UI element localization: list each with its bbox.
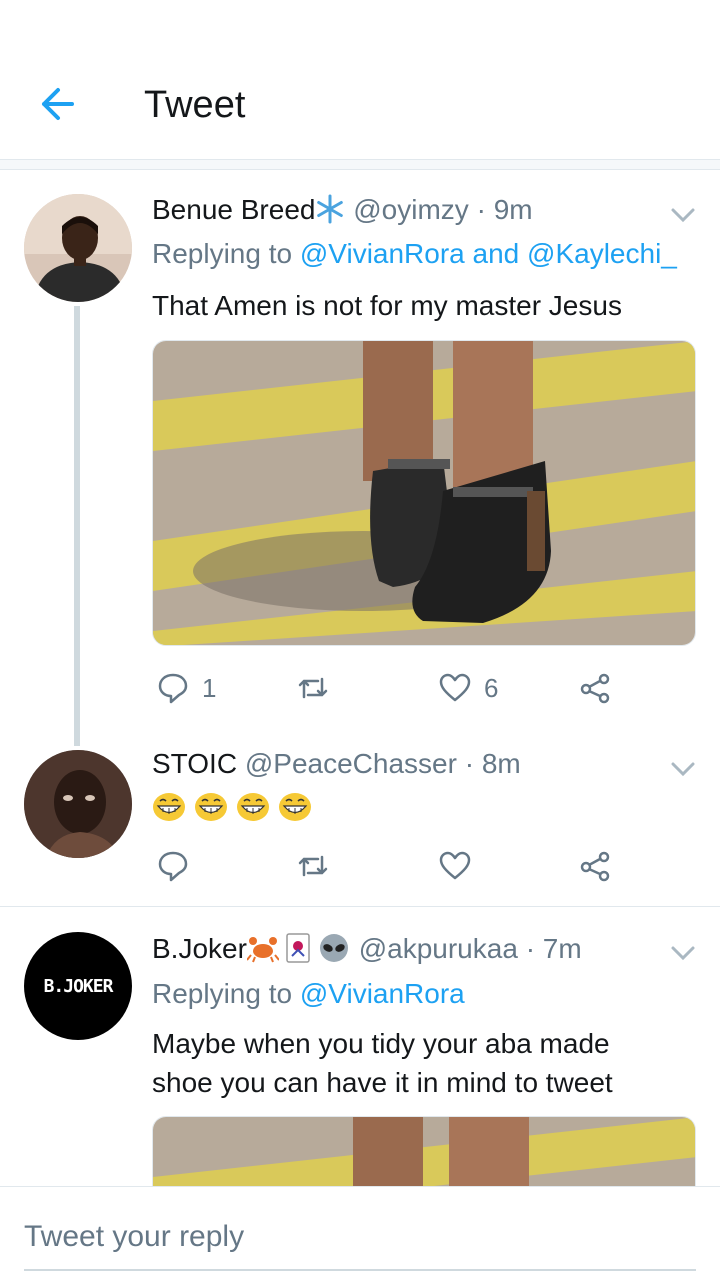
- user-handle[interactable]: @oyimzy: [353, 194, 469, 225]
- reply-button[interactable]: 1: [156, 668, 216, 708]
- user-handle[interactable]: @akpurukaa: [359, 933, 518, 964]
- thread-line: [74, 306, 80, 746]
- share-button[interactable]: [578, 668, 612, 708]
- chevron-down-icon[interactable]: [670, 944, 696, 962]
- reply-button[interactable]: [156, 846, 202, 886]
- user-name[interactable]: STOIC: [152, 748, 237, 779]
- back-arrow-icon[interactable]: [36, 84, 76, 124]
- tweet-actions: [152, 846, 622, 886]
- reply-count: 1: [202, 672, 217, 703]
- retweet-button[interactable]: [296, 846, 330, 886]
- grinning-face-icon: [153, 793, 185, 821]
- avatar[interactable]: [24, 194, 132, 302]
- like-count: 6: [484, 672, 499, 703]
- retweet-button[interactable]: [296, 668, 342, 708]
- tweet-photo[interactable]: [152, 1116, 696, 1186]
- alien-icon: [319, 934, 348, 962]
- heart-icon: [439, 851, 471, 880]
- replying-prefix: Replying to: [152, 238, 293, 269]
- emoji-row: [152, 792, 692, 826]
- replying-prefix: Replying to: [152, 978, 293, 1009]
- tweet-time: 9m: [493, 194, 533, 225]
- share-icon: [580, 851, 610, 882]
- heart-icon: [439, 673, 471, 702]
- mention-link[interactable]: @VivianRora: [300, 978, 465, 1009]
- avatar-logo-text: B.JOKER: [43, 975, 114, 997]
- separator-dot: ·: [525, 933, 536, 964]
- tweet-photo[interactable]: [152, 340, 696, 646]
- chevron-down-icon[interactable]: [670, 760, 696, 778]
- tweet-text-line: Maybe when you tidy your aba made: [152, 1028, 610, 1059]
- tweet-divider: [0, 906, 720, 907]
- grinning-face-icon: [279, 793, 311, 821]
- joker-card-icon: [286, 933, 310, 963]
- retweet-icon: [298, 677, 328, 699]
- tweet-text: That Amen is not for my master Jesus: [152, 290, 622, 321]
- reply-icon: [158, 851, 188, 882]
- like-button[interactable]: [438, 846, 472, 886]
- grinning-face-icon: [195, 793, 227, 821]
- replying-to: Replying to @VivianRora: [152, 978, 465, 1010]
- avatar[interactable]: B.JOKER: [24, 932, 132, 1040]
- tweet-text-line: shoe you can have it in mind to tweet: [152, 1067, 613, 1098]
- separator-dot: ·: [476, 194, 486, 225]
- tweet-text: Maybe when you tidy your aba made shoe y…: [152, 1024, 692, 1102]
- tweet-b-joker[interactable]: B.JOKER B.Joker @akpurukaa · 7m Replying…: [0, 908, 720, 1186]
- replying-to: Replying to @VivianRora and @Kaylechi_: [152, 238, 677, 270]
- like-button[interactable]: 6: [438, 668, 498, 708]
- avatar[interactable]: [24, 750, 132, 858]
- tweet-meta: Benue Breed @oyimzy · 9m: [152, 194, 533, 226]
- page-title: Tweet: [144, 84, 246, 126]
- share-button[interactable]: [578, 846, 612, 886]
- tweet-meta: B.Joker @akpurukaa · 7m: [152, 932, 582, 965]
- user-name[interactable]: Benue Breed: [152, 194, 315, 225]
- grinning-face-icon: [237, 793, 269, 821]
- user-handle[interactable]: @PeaceChasser: [245, 748, 457, 779]
- snowflake-icon: [317, 194, 344, 224]
- share-icon: [580, 673, 610, 704]
- mention-link[interactable]: @Kaylechi_: [527, 238, 677, 269]
- reply-composer: [0, 1186, 720, 1280]
- mention-joiner: and: [472, 238, 520, 269]
- tweet-time: 8m: [481, 748, 521, 779]
- tweet-meta: STOIC @PeaceChasser · 8m: [152, 748, 521, 780]
- user-name[interactable]: B.Joker: [152, 933, 247, 964]
- app-header: Tweet: [0, 0, 720, 160]
- chevron-down-icon[interactable]: [670, 206, 696, 224]
- separator-dot: ·: [464, 748, 475, 779]
- reply-input[interactable]: [24, 1205, 696, 1271]
- reply-icon: [158, 673, 188, 704]
- retweet-icon: [298, 855, 328, 877]
- crab-icon: [246, 937, 280, 963]
- tweet-stoic[interactable]: STOIC @PeaceChasser · 8m: [0, 740, 720, 906]
- tweet-actions: 1 6: [152, 668, 622, 708]
- tweet-time: 7m: [542, 933, 582, 964]
- tweet-benue-breed[interactable]: Benue Breed @oyimzy · 9m Replying to @Vi…: [0, 172, 720, 746]
- header-separator: [0, 160, 720, 170]
- mention-link[interactable]: @VivianRora: [300, 238, 465, 269]
